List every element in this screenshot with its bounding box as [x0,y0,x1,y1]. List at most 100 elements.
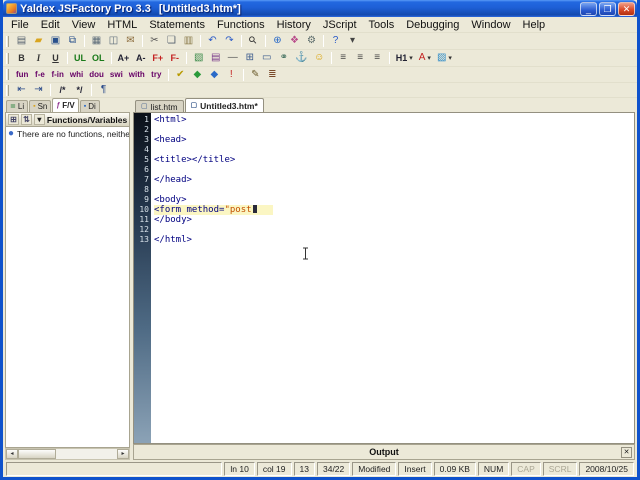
scrollbar-thumb[interactable] [18,449,56,459]
code-line-6[interactable] [154,165,634,175]
menu-functions[interactable]: Functions [211,18,271,32]
document-tab-untitled3htm[interactable]: ▢ Untitled3.htm* [184,98,264,112]
menu-window[interactable]: Window [465,18,516,32]
output-panel-header[interactable]: Output ✕ [133,444,635,460]
menu-file[interactable]: File [5,18,35,32]
scroll-right-icon[interactable]: ▸ [117,449,129,459]
scroll-left-icon[interactable]: ◂ [6,449,18,459]
find-button[interactable]: ⚲ [245,34,262,48]
bold-button[interactable]: B [13,51,30,65]
print-button[interactable]: ▦ [88,34,105,48]
code-area[interactable]: <html> <head> <title></title> </head> <body>… [151,113,634,443]
code-line-11[interactable]: </body> [154,215,634,225]
fill-color-button[interactable]: ▨ ▾ [434,51,455,65]
view-menu-button[interactable]: ▾ [344,34,361,48]
menu-edit[interactable]: Edit [35,18,66,32]
panel-dropdown-button[interactable]: ▾ [33,114,45,125]
insert-link-button[interactable]: ⚭ [275,51,292,65]
anchor-plus-button[interactable]: A+ [115,51,133,65]
options-button[interactable]: ⚙ [303,34,320,48]
cut-button[interactable]: ✂ [146,34,163,48]
align-left-button[interactable]: ≡ [335,51,352,65]
comment-selection-button[interactable]: /* [54,83,71,97]
insert-smiley-button[interactable]: ☺ [311,51,328,65]
code-line-3[interactable]: <head> [154,135,634,145]
debug-script-button[interactable]: ◆ [206,68,223,82]
font-increase-button[interactable]: F+ [149,51,166,65]
italic-button[interactable]: I [30,51,47,65]
print-preview-button[interactable]: ◫ [105,34,122,48]
minimize-button[interactable]: _ [580,1,597,16]
scrollbar-track[interactable] [18,449,117,459]
menu-tools[interactable]: Tools [363,18,401,32]
code-line-10[interactable]: <form method="post [154,205,634,215]
title-bar[interactable]: Yaldex JSFactory Pro 3.3 [Untitled3.htm*… [3,0,637,17]
menu-statements[interactable]: Statements [143,18,211,32]
heading-button[interactable]: H1 ▾ [393,51,416,65]
menu-debugging[interactable]: Debugging [400,18,465,32]
sidebar-tab-di[interactable]: ▪ Di [79,100,100,112]
code-line-9[interactable]: <body> [154,195,634,205]
code-line-12[interactable] [154,225,634,235]
sidebar-horizontal-scrollbar[interactable]: ◂ ▸ [5,448,130,460]
edit-snippet-button[interactable]: ✎ [247,68,264,82]
save-all-button[interactable]: ⧉ [64,34,81,48]
error-list-button[interactable]: ! [223,68,240,82]
sidebar-tab-fv[interactable]: ƒ F/V [52,98,79,112]
functions-list[interactable]: ● There are no functions, neither var [5,127,130,448]
menu-view[interactable]: View [66,18,102,32]
anchor-minus-button[interactable]: A- [132,51,149,65]
try-statement-button[interactable]: try [148,68,165,82]
for-in-statement-button[interactable]: f-in [48,68,66,82]
document-tab-listhtm[interactable]: ▢ list.htm [135,100,184,112]
expand-tree-button[interactable]: ⊞ [8,114,19,125]
switch-statement-button[interactable]: swi [107,68,126,82]
code-line-1[interactable]: <html> [154,115,634,125]
menu-history[interactable]: History [271,18,317,32]
code-line-7[interactable]: </head> [154,175,634,185]
run-script-button[interactable]: ◆ [189,68,206,82]
do-while-statement-button[interactable]: dou [86,68,107,82]
code-line-5[interactable]: <title></title> [154,155,634,165]
reference-button[interactable]: ≣ [264,68,281,82]
code-line-8[interactable] [154,185,634,195]
special-characters-button[interactable]: ¶ [95,83,112,97]
code-line-4[interactable] [154,145,634,155]
mail-button[interactable]: ✉ [122,34,139,48]
code-editor[interactable]: 1 2 3 4 5 6 7 8 9 10 11 12 13 <html> <head> <title></t… [133,112,635,444]
underline-button[interactable]: U [47,51,64,65]
while-statement-button[interactable]: whi [67,68,86,82]
insert-table-button[interactable]: ⊞ [241,51,258,65]
font-decrease-button[interactable]: F- [166,51,183,65]
menu-html[interactable]: HTML [101,18,143,32]
for-each-statement-button[interactable]: f-e [31,68,48,82]
redo-button[interactable]: ↷ [221,34,238,48]
code-line-2[interactable] [154,125,634,135]
close-button[interactable]: ✕ [618,1,635,16]
sidebar-tab-sn[interactable]: ▪ Sn [29,100,52,112]
insert-form-button[interactable]: ▭ [258,51,275,65]
menu-help[interactable]: Help [517,18,552,32]
align-right-button[interactable]: ≡ [369,51,386,65]
paste-button[interactable]: ▥ [180,34,197,48]
insert-anchor-button[interactable]: ⚓ [292,51,310,65]
uncomment-selection-button[interactable]: */ [71,83,88,97]
undo-button[interactable]: ↶ [204,34,221,48]
sidebar-tab-li[interactable]: ≣ Li [6,100,29,112]
code-line-13[interactable]: </html> [154,235,634,245]
insert-rule-button[interactable]: — [224,51,241,65]
output-close-icon[interactable]: ✕ [621,447,632,458]
insert-image-button[interactable]: ▧ [190,51,207,65]
open-button[interactable]: ▰ [30,34,47,48]
unordered-list-button[interactable]: UL [71,51,89,65]
menu-jscript[interactable]: JScript [317,18,363,32]
color-picker-button[interactable]: ❖ [286,34,303,48]
align-center-button[interactable]: ≡ [352,51,369,65]
insert-film-button[interactable]: ▤ [207,51,224,65]
syntax-check-button[interactable]: ✔ [172,68,189,82]
function-statement-button[interactable]: fun [13,68,31,82]
with-statement-button[interactable]: with [126,68,148,82]
new-button[interactable]: ▤ [13,34,30,48]
font-color-button[interactable]: A ▾ [416,51,434,65]
sort-button[interactable]: ⇅ [20,114,32,125]
